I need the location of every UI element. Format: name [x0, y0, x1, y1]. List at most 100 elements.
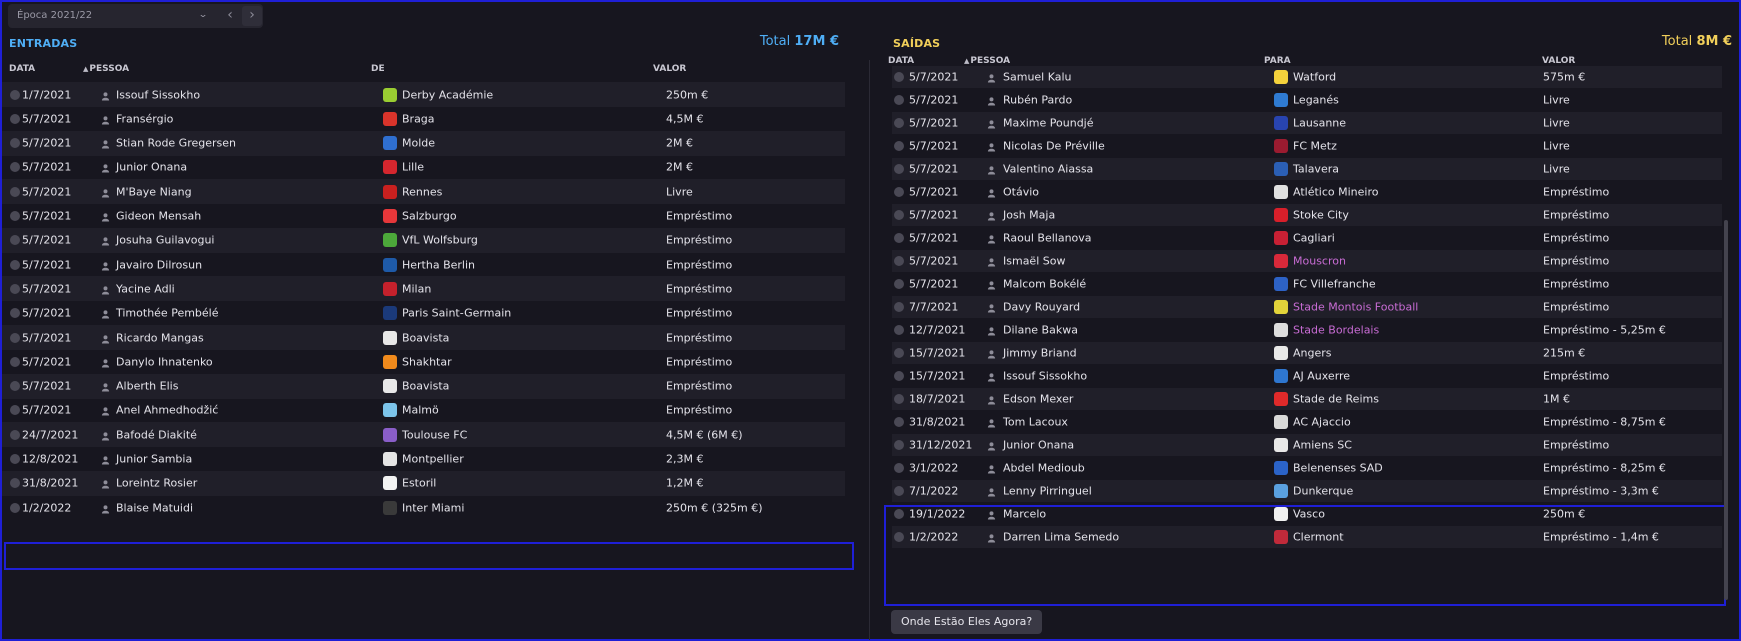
table-row[interactable]: 1/2/2022 Blaise Matuidi Inter Miami 250m € …: [2, 495, 845, 520]
club-name[interactable]: Molde: [402, 137, 435, 150]
table-row[interactable]: 12/8/2021 Junior Sambia Montpellier 2,3M €: [2, 447, 845, 472]
row-checkbox[interactable]: [894, 210, 904, 220]
row-checkbox[interactable]: [894, 233, 904, 243]
row-checkbox[interactable]: [10, 235, 20, 246]
row-checkbox[interactable]: [894, 394, 904, 404]
table-row[interactable]: 5/7/2021 Stian Rode Gregersen Molde 2M €: [2, 130, 845, 156]
club-name[interactable]: Dunkerque: [1293, 485, 1353, 498]
person-name[interactable]: Issouf Sissokho: [116, 88, 200, 101]
club-name[interactable]: FC Villefranche: [1293, 278, 1376, 291]
person-name[interactable]: Davy Rouyard: [1003, 301, 1080, 314]
table-row[interactable]: 5/7/2021 Ismaël Sow Mouscron Empréstimo: [892, 250, 1722, 272]
row-checkbox[interactable]: [10, 211, 20, 221]
row-checkbox[interactable]: [894, 486, 904, 496]
row-checkbox[interactable]: [10, 283, 20, 294]
next-season-button[interactable]: ›: [242, 6, 262, 26]
prev-season-button[interactable]: ‹: [220, 6, 240, 26]
person-name[interactable]: Ricardo Mangas: [116, 331, 204, 344]
header-value[interactable]: VALOR: [653, 64, 686, 74]
table-row[interactable]: 15/7/2021 Jimmy Briand Angers 215m €: [892, 342, 1722, 364]
person-name[interactable]: M'Baye Niang: [116, 185, 192, 198]
table-row[interactable]: 5/7/2021 Otávio Atlético Mineiro Empréstimo: [892, 181, 1722, 203]
club-name[interactable]: Watford: [1293, 71, 1336, 84]
person-name[interactable]: Josuha Guilavogui: [116, 234, 214, 247]
scrollbar[interactable]: [1724, 220, 1728, 600]
table-row[interactable]: 5/7/2021 Malcom Bokélé FC Villefranche Empr…: [892, 273, 1722, 295]
club-name[interactable]: Toulouse FC: [402, 428, 467, 441]
header-club[interactable]: DE: [371, 64, 385, 74]
row-checkbox[interactable]: [10, 259, 20, 270]
club-name[interactable]: Estoril: [402, 477, 436, 490]
table-row[interactable]: 5/7/2021 Fransérgio Braga 4,5M €: [2, 106, 845, 131]
table-row[interactable]: 5/7/2021 Timothée Pembélé Paris Saint-Germ…: [2, 301, 845, 326]
header-club[interactable]: PARA: [1264, 56, 1291, 66]
table-row[interactable]: 1/7/2021 Issouf Sissokho Derby Académie 250…: [2, 82, 845, 107]
row-checkbox[interactable]: [894, 95, 904, 105]
row-checkbox[interactable]: [894, 118, 904, 128]
table-row[interactable]: 31/8/2021 Tom Lacoux AC Ajaccio Empréstimo …: [892, 411, 1722, 433]
person-name[interactable]: Valentino Aiassa: [1003, 163, 1093, 176]
person-name[interactable]: Junior Onana: [1003, 439, 1074, 452]
club-name[interactable]: Stoke City: [1293, 209, 1349, 222]
table-row[interactable]: 24/7/2021 Bafodé Diakité Toulouse FC 4,5M €…: [2, 422, 845, 448]
person-name[interactable]: Samuel Kalu: [1003, 71, 1072, 84]
person-name[interactable]: Gideon Mensah: [116, 210, 201, 223]
table-row[interactable]: 15/7/2021 Issouf Sissokho AJ Auxerre Emprés…: [892, 365, 1722, 387]
table-row[interactable]: 5/7/2021 M'Baye Niang Rennes Livre: [2, 179, 845, 205]
club-name[interactable]: AC Ajaccio: [1293, 416, 1351, 429]
person-name[interactable]: Bafodé Diakité: [116, 428, 197, 441]
person-name[interactable]: Josh Maja: [1003, 209, 1055, 222]
row-checkbox[interactable]: [894, 164, 904, 174]
person-name[interactable]: Anel Ahmedhodžić: [116, 404, 218, 417]
header-value[interactable]: VALOR: [1542, 56, 1575, 66]
club-name[interactable]: Stade Bordelais: [1293, 324, 1379, 337]
club-name[interactable]: Angers: [1293, 347, 1332, 360]
row-checkbox[interactable]: [894, 141, 904, 151]
row-checkbox[interactable]: [10, 308, 20, 319]
club-name[interactable]: Leganés: [1293, 94, 1339, 107]
table-row[interactable]: 5/7/2021 Alberth Elis Boavista Empréstimo: [2, 373, 845, 399]
person-name[interactable]: Raoul Bellanova: [1003, 232, 1092, 245]
club-name[interactable]: Milan: [402, 282, 431, 295]
person-name[interactable]: Stian Rode Gregersen: [116, 137, 236, 150]
table-row[interactable]: 5/7/2021 Valentino Aiassa Talavera Livre: [892, 158, 1722, 180]
club-name[interactable]: Atlético Mineiro: [1293, 186, 1378, 199]
row-checkbox[interactable]: [894, 463, 904, 473]
row-checkbox[interactable]: [10, 89, 20, 100]
header-date[interactable]: DATA: [888, 56, 914, 66]
club-name[interactable]: Stade Montois Football: [1293, 301, 1418, 314]
person-name[interactable]: Edson Mexer: [1003, 393, 1073, 406]
table-row[interactable]: 5/7/2021 Gideon Mensah Salzburgo Empréstimo: [2, 204, 845, 229]
person-name[interactable]: Otávio: [1003, 186, 1039, 199]
club-name[interactable]: Shakhtar: [402, 355, 452, 368]
club-name[interactable]: FC Metz: [1293, 140, 1337, 153]
row-checkbox[interactable]: [10, 454, 20, 464]
club-name[interactable]: Paris Saint-Germain: [402, 307, 511, 320]
person-name[interactable]: Malcom Bokélé: [1003, 278, 1086, 291]
person-name[interactable]: Ismaël Sow: [1003, 255, 1065, 268]
row-checkbox[interactable]: [10, 186, 20, 197]
row-checkbox[interactable]: [10, 478, 20, 489]
club-name[interactable]: Lausanne: [1293, 117, 1346, 130]
person-name[interactable]: Rubén Pardo: [1003, 94, 1072, 107]
row-checkbox[interactable]: [10, 502, 20, 513]
club-name[interactable]: Derby Académie: [402, 88, 493, 101]
person-name[interactable]: Javairo Dilrosun: [116, 258, 202, 271]
club-name[interactable]: Belenenses SAD: [1293, 462, 1383, 475]
table-row[interactable]: 31/8/2021 Loreintz Rosier Estoril 1,2M €: [2, 470, 845, 496]
row-checkbox[interactable]: [894, 417, 904, 427]
person-name[interactable]: Timothée Pembélé: [116, 307, 219, 320]
header-person[interactable]: ▲PESSOA: [964, 56, 1010, 66]
person-name[interactable]: Loreintz Rosier: [116, 477, 197, 490]
header-date[interactable]: DATA: [9, 64, 35, 74]
row-checkbox[interactable]: [10, 429, 20, 440]
row-checkbox[interactable]: [10, 381, 20, 392]
row-checkbox[interactable]: [10, 138, 20, 149]
person-name[interactable]: Danylo Ihnatenko: [116, 355, 213, 368]
person-name[interactable]: Abdel Medioub: [1003, 462, 1085, 475]
person-name[interactable]: Blaise Matuidi: [116, 501, 193, 514]
row-checkbox[interactable]: [10, 356, 20, 367]
person-name[interactable]: Fransérgio: [116, 112, 173, 125]
table-row[interactable]: 5/7/2021 Raoul Bellanova Cagliari Empréstim…: [892, 227, 1722, 249]
person-name[interactable]: Alberth Elis: [116, 380, 178, 393]
